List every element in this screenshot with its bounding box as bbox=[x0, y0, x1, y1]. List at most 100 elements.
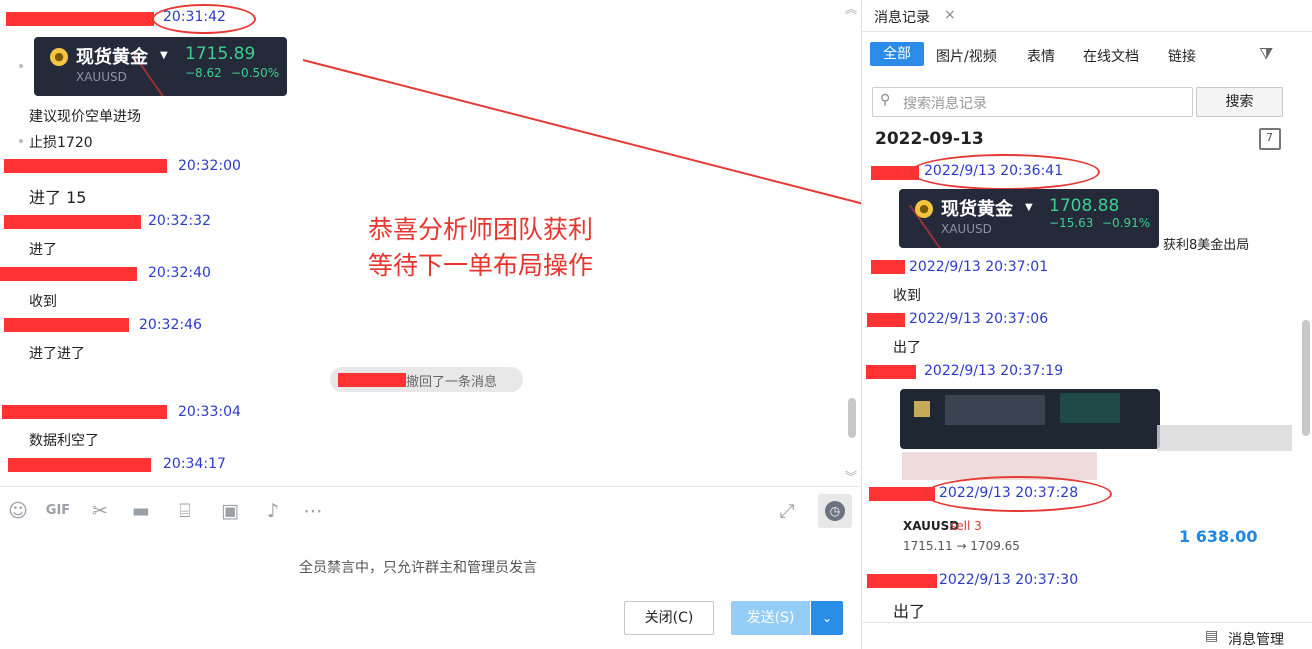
redacted-sender bbox=[338, 373, 406, 387]
message-text: 收到 bbox=[29, 294, 57, 310]
quote-card[interactable]: ● 现货黄金 ▼ XAUUSD 1708.88 −15.63 −0.91% bbox=[899, 189, 1159, 248]
tab-underline bbox=[862, 31, 1312, 32]
gif-icon[interactable]: GIF bbox=[45, 500, 71, 522]
history-panel: 消息记录 × 全部 图片/视频 表情 在线文档 链接 ⧩ ⚲ 搜索消息记录 搜索… bbox=[861, 0, 1312, 649]
close-button[interactable]: 关闭(C) bbox=[624, 601, 714, 635]
redacted-sender bbox=[871, 260, 905, 274]
blurred-image[interactable] bbox=[900, 389, 1160, 449]
message-text: 止损1720 bbox=[29, 135, 93, 151]
expand-icon[interactable]: ⤢ bbox=[774, 500, 800, 522]
bell-icon[interactable]: ♪ bbox=[260, 500, 286, 522]
doc-icon[interactable]: ⌸ bbox=[172, 500, 198, 522]
quote-name: 现货黄金 bbox=[76, 47, 148, 68]
entry-time: 2022/9/13 20:37:30 bbox=[939, 572, 1079, 588]
redacted-sender bbox=[8, 458, 151, 472]
quote-name: 现货黄金 bbox=[941, 199, 1013, 220]
emoji-icon[interactable]: ☺ bbox=[5, 500, 31, 522]
search-button[interactable]: 搜索 bbox=[1196, 87, 1283, 117]
quote-price: 1715.89 bbox=[185, 44, 256, 64]
dropdown-triangle-icon: ▼ bbox=[160, 50, 168, 61]
trade-prices: 1715.11 → 1709.65 bbox=[903, 539, 1020, 553]
redacted-sender bbox=[2, 405, 167, 419]
entry-text: 出了 bbox=[893, 602, 926, 621]
calendar-day: 7 bbox=[1266, 131, 1273, 144]
bullet bbox=[19, 64, 23, 68]
quote-price: 1708.88 bbox=[1049, 196, 1120, 216]
redacted-sender bbox=[867, 574, 937, 588]
entry-text: 收到 bbox=[893, 288, 921, 304]
scroll-up-icon[interactable]: ︽ bbox=[845, 0, 857, 17]
search-placeholder: 搜索消息记录 bbox=[903, 96, 987, 112]
quote-change-pct: −0.91% bbox=[1102, 216, 1151, 230]
folder-icon[interactable]: ▬ bbox=[128, 500, 154, 522]
annotation-line-1: 恭喜分析师团队获利 bbox=[368, 215, 594, 244]
scrollbar-thumb[interactable] bbox=[1302, 320, 1310, 436]
search-input[interactable]: ⚲ 搜索消息记录 bbox=[872, 87, 1193, 117]
filter-docs[interactable]: 在线文档 bbox=[1083, 46, 1139, 66]
recall-text: 撤回了一条消息 bbox=[406, 375, 498, 390]
redacted-sender bbox=[866, 365, 916, 379]
scrollbar-thumb[interactable] bbox=[848, 398, 856, 438]
redacted-sender bbox=[4, 318, 129, 332]
message-time: 20:33:04 bbox=[178, 404, 241, 420]
redacted-sender bbox=[4, 215, 141, 229]
message-time: 20:32:46 bbox=[139, 317, 202, 333]
filter-media[interactable]: 图片/视频 bbox=[936, 46, 997, 66]
message-time: 20:32:32 bbox=[148, 213, 211, 229]
redacted-sender bbox=[867, 313, 905, 327]
dropdown-triangle-icon: ▼ bbox=[1025, 202, 1033, 213]
clock-icon: ◷ bbox=[825, 501, 845, 521]
entry-time: 2022/9/13 20:37:19 bbox=[924, 363, 1064, 379]
message-text: 进了 bbox=[29, 242, 57, 258]
annotation-line-2: 等待下一单布局操作 bbox=[368, 251, 594, 280]
more-icon[interactable]: ⋯ bbox=[300, 500, 326, 522]
filter-all[interactable]: 全部 bbox=[870, 42, 924, 66]
quote-symbol: XAUUSD bbox=[941, 222, 992, 236]
message-text: 进了 15 bbox=[29, 188, 87, 207]
search-icon: ⚲ bbox=[880, 92, 891, 108]
filter-emoji[interactable]: 表情 bbox=[1027, 46, 1055, 66]
profit-note: 获利8美金出局 bbox=[1163, 238, 1250, 253]
highlight-circle bbox=[152, 4, 256, 34]
message-manage-icon[interactable]: ▤ bbox=[1205, 628, 1218, 644]
entry-time: 2022/9/13 20:37:06 bbox=[909, 311, 1049, 327]
message-time: 20:32:40 bbox=[148, 265, 211, 281]
redacted-sender bbox=[4, 159, 167, 173]
scroll-down-icon[interactable]: ︾ bbox=[845, 468, 857, 485]
redacted-sender bbox=[0, 267, 137, 281]
filter-links[interactable]: 链接 bbox=[1168, 46, 1196, 66]
send-button[interactable]: 发送(S) bbox=[731, 601, 810, 635]
quote-change-pct: −0.50% bbox=[231, 66, 280, 80]
gold-coin-icon: ● bbox=[50, 48, 68, 66]
pixel-block bbox=[1157, 425, 1292, 451]
history-tab-title[interactable]: 消息记录 bbox=[874, 7, 930, 27]
pixel-block bbox=[914, 401, 930, 417]
send-options-button[interactable]: ⌄ bbox=[811, 601, 843, 635]
entry-time: 2022/9/13 20:37:01 bbox=[909, 259, 1049, 275]
gold-coin-icon: ● bbox=[915, 200, 933, 218]
trade-side: sell 3 bbox=[950, 519, 982, 533]
history-icon[interactable]: ◷ bbox=[818, 494, 852, 528]
pixel-block bbox=[1060, 393, 1120, 423]
entry-text: 出了 bbox=[893, 340, 921, 356]
recall-notice: 撤回了一条消息 bbox=[330, 367, 523, 392]
quote-card[interactable]: ● 现货黄金 ▼ XAUUSD 1715.89 −8.62 −0.50% bbox=[34, 37, 287, 96]
trade-card[interactable]: XAUUSD sell 3 1715.11 → 1709.65 1 638.00 bbox=[892, 510, 1257, 562]
close-icon[interactable]: × bbox=[944, 7, 956, 23]
message-manage-link[interactable]: 消息管理 bbox=[1228, 629, 1284, 649]
quote-change: −8.62 bbox=[185, 66, 222, 80]
quote-change: −15.63 bbox=[1049, 216, 1094, 230]
muted-notice: 全员禁言中，只允许群主和管理员发言 bbox=[299, 560, 537, 576]
quote-symbol: XAUUSD bbox=[76, 70, 127, 84]
image-icon[interactable]: ▣ bbox=[217, 500, 243, 522]
filter-icon[interactable]: ⧩ bbox=[1259, 44, 1273, 64]
date-header: 2022-09-13 bbox=[875, 129, 984, 149]
calendar-icon[interactable]: 7 bbox=[1259, 128, 1281, 150]
message-text: 数据利空了 bbox=[29, 433, 99, 449]
highlight-circle bbox=[924, 476, 1112, 512]
message-time: 20:32:00 bbox=[178, 158, 241, 174]
divider bbox=[0, 486, 860, 487]
trade-profit: 1 638.00 bbox=[1179, 527, 1258, 546]
redacted-sender bbox=[6, 12, 154, 26]
scissors-icon[interactable]: ✂ bbox=[87, 500, 113, 522]
